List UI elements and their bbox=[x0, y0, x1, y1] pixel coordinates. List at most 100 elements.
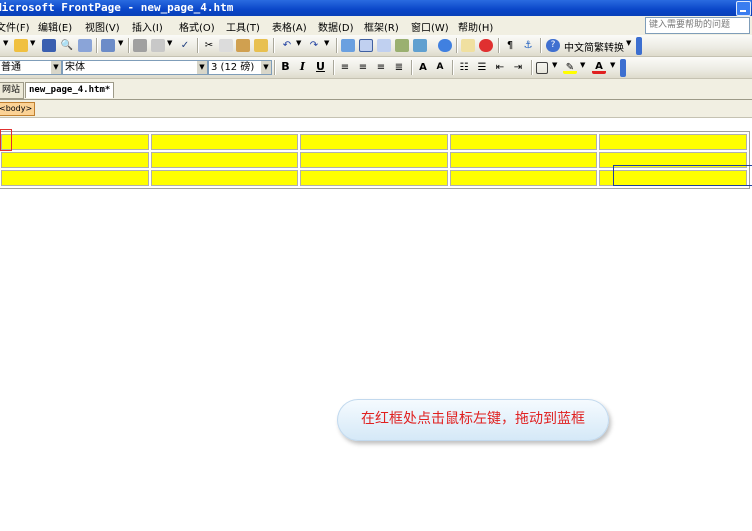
new-dropdown-arrow[interactable]: ▼ bbox=[3, 39, 8, 47]
insert-table-icon[interactable] bbox=[359, 39, 373, 52]
pane-dropdown-arrow[interactable]: ▼ bbox=[118, 39, 123, 47]
menu-file[interactable]: 文件(F) bbox=[0, 19, 30, 34]
body-tag-chip[interactable]: <body> bbox=[0, 102, 36, 116]
table-cell[interactable] bbox=[449, 152, 598, 168]
numbering-icon[interactable]: ☷ bbox=[457, 61, 471, 74]
paste-icon[interactable] bbox=[236, 39, 250, 52]
open-icon[interactable] bbox=[14, 39, 28, 52]
table-cell[interactable] bbox=[300, 170, 448, 186]
justify-icon[interactable]: ≣ bbox=[392, 61, 406, 74]
borders-icon[interactable] bbox=[536, 62, 548, 74]
title-bar: Microsoft FrontPage - new_page_4.htm bbox=[0, 0, 752, 16]
table-cell[interactable] bbox=[1, 170, 149, 186]
toggle-pane-icon[interactable] bbox=[101, 39, 115, 52]
formatting-toolbar: 普通 ▼ 宋体 ▼ 3 (12 磅) ▼ B I U ≡ ≡ ≡ ≣ A A ☷… bbox=[0, 57, 752, 79]
table-cell[interactable] bbox=[1, 134, 149, 150]
insert-picture-icon[interactable] bbox=[395, 39, 409, 52]
convert-chinese-button[interactable]: 中文简繁转换 bbox=[564, 39, 624, 54]
minimize-button[interactable] bbox=[736, 1, 751, 16]
save-icon[interactable] bbox=[42, 39, 56, 52]
tab-new-page-4[interactable]: new_page_4.htm* bbox=[25, 82, 115, 98]
font-size-value: 3 (12 磅) bbox=[211, 62, 255, 73]
style-select[interactable]: 普通 ▼ bbox=[0, 60, 62, 75]
table-cell[interactable] bbox=[449, 134, 598, 150]
page-editor[interactable]: 在红框处点击鼠标左键，拖动到蓝框 bbox=[0, 118, 752, 531]
redo-dropdown-arrow[interactable]: ▼ bbox=[324, 39, 329, 47]
increase-font-icon[interactable]: A bbox=[416, 61, 430, 74]
menu-view[interactable]: 视图(V) bbox=[85, 19, 120, 34]
decrease-font-icon[interactable]: A bbox=[433, 61, 447, 74]
undo-dropdown-arrow[interactable]: ▼ bbox=[296, 39, 301, 47]
open-dropdown-arrow[interactable]: ▼ bbox=[30, 39, 35, 47]
menu-table[interactable]: 表格(A) bbox=[272, 19, 307, 34]
chevron-down-icon[interactable]: ▼ bbox=[51, 61, 61, 74]
menu-edit[interactable]: 编辑(E) bbox=[38, 19, 72, 34]
hyperlink-icon[interactable] bbox=[438, 39, 452, 52]
table-cell[interactable] bbox=[1, 152, 149, 168]
align-left-icon[interactable]: ≡ bbox=[338, 61, 352, 74]
preview-icon[interactable] bbox=[151, 39, 165, 52]
menu-data[interactable]: 数据(D) bbox=[318, 19, 354, 34]
separator bbox=[273, 38, 274, 53]
cut-icon[interactable]: ✂ bbox=[202, 39, 216, 52]
bold-button[interactable]: B bbox=[278, 60, 293, 73]
bullets-icon[interactable]: ☰ bbox=[475, 61, 489, 74]
toolbar-options-grip[interactable] bbox=[620, 59, 626, 77]
font-color-dropdown-arrow[interactable]: ▼ bbox=[610, 61, 615, 69]
borders-dropdown-arrow[interactable]: ▼ bbox=[552, 61, 557, 69]
table-cell[interactable] bbox=[300, 152, 448, 168]
highlight-dropdown-arrow[interactable]: ▼ bbox=[580, 61, 585, 69]
table-cell[interactable] bbox=[599, 134, 747, 150]
convert-dropdown-arrow[interactable]: ▼ bbox=[626, 39, 631, 47]
menu-format[interactable]: 格式(O) bbox=[179, 19, 215, 34]
table-cell[interactable] bbox=[300, 134, 448, 150]
table-cell[interactable] bbox=[150, 152, 299, 168]
chevron-down-icon[interactable]: ▼ bbox=[261, 61, 271, 74]
separator bbox=[452, 60, 453, 75]
chevron-down-icon[interactable]: ▼ bbox=[197, 61, 207, 74]
help-icon[interactable]: ? bbox=[546, 39, 560, 52]
anchor-icon[interactable]: ⚓ bbox=[521, 39, 535, 52]
table-cell[interactable] bbox=[150, 134, 299, 150]
help-search-input[interactable]: 键入需要帮助的问题 bbox=[645, 17, 750, 34]
spelling-icon[interactable]: ✓ bbox=[178, 39, 192, 52]
copy-icon[interactable] bbox=[219, 39, 233, 52]
show-all-icon[interactable]: ¶ bbox=[503, 39, 517, 52]
search-icon[interactable]: 🔍 bbox=[60, 39, 74, 52]
instruction-text: 在红框处点击鼠标左键，拖动到蓝框 bbox=[361, 411, 585, 427]
print-icon[interactable] bbox=[133, 39, 147, 52]
refresh-icon[interactable] bbox=[461, 39, 475, 52]
table-cell[interactable] bbox=[449, 170, 598, 186]
menu-tools[interactable]: 工具(T) bbox=[226, 19, 260, 34]
undo-icon[interactable]: ↶ bbox=[280, 39, 294, 52]
toolbar-options-grip[interactable] bbox=[636, 37, 642, 55]
separator bbox=[531, 60, 532, 75]
web-component-icon[interactable] bbox=[341, 39, 355, 52]
align-center-icon[interactable]: ≡ bbox=[356, 61, 370, 74]
menu-frames[interactable]: 框架(R) bbox=[364, 19, 399, 34]
quick-tag-bar: <body> bbox=[0, 100, 752, 118]
redo-icon[interactable]: ↷ bbox=[307, 39, 321, 52]
preview-dropdown-arrow[interactable]: ▼ bbox=[167, 39, 172, 47]
menu-insert[interactable]: 插入(I) bbox=[132, 19, 163, 34]
menu-help[interactable]: 帮助(H) bbox=[458, 19, 493, 34]
stop-icon[interactable] bbox=[479, 39, 493, 52]
font-color-icon[interactable]: A bbox=[592, 61, 606, 74]
decrease-indent-icon[interactable]: ⇤ bbox=[493, 61, 507, 74]
highlight-icon[interactable]: ✎ bbox=[563, 61, 577, 74]
drawing-icon[interactable] bbox=[413, 39, 427, 52]
publish-icon[interactable] bbox=[78, 39, 92, 52]
separator bbox=[96, 38, 97, 53]
menu-window[interactable]: 窗口(W) bbox=[411, 19, 449, 34]
tab-web-site[interactable]: 网站 bbox=[0, 82, 25, 99]
insert-layer-icon[interactable] bbox=[377, 39, 391, 52]
underline-button[interactable]: U bbox=[313, 60, 328, 73]
increase-indent-icon[interactable]: ⇥ bbox=[511, 61, 525, 74]
italic-button[interactable]: I bbox=[295, 60, 310, 73]
format-painter-icon[interactable] bbox=[254, 39, 268, 52]
standard-toolbar: ▼ ▼ 🔍 ▼ ▼ ✓ ✂ ↶ ▼ ↷ ▼ ¶ ⚓ ? 中文简繁转换 ▼ bbox=[0, 35, 752, 57]
font-size-select[interactable]: 3 (12 磅) ▼ bbox=[208, 60, 272, 75]
table-cell[interactable] bbox=[150, 170, 299, 186]
font-select[interactable]: 宋体 ▼ bbox=[62, 60, 208, 75]
align-right-icon[interactable]: ≡ bbox=[374, 61, 388, 74]
